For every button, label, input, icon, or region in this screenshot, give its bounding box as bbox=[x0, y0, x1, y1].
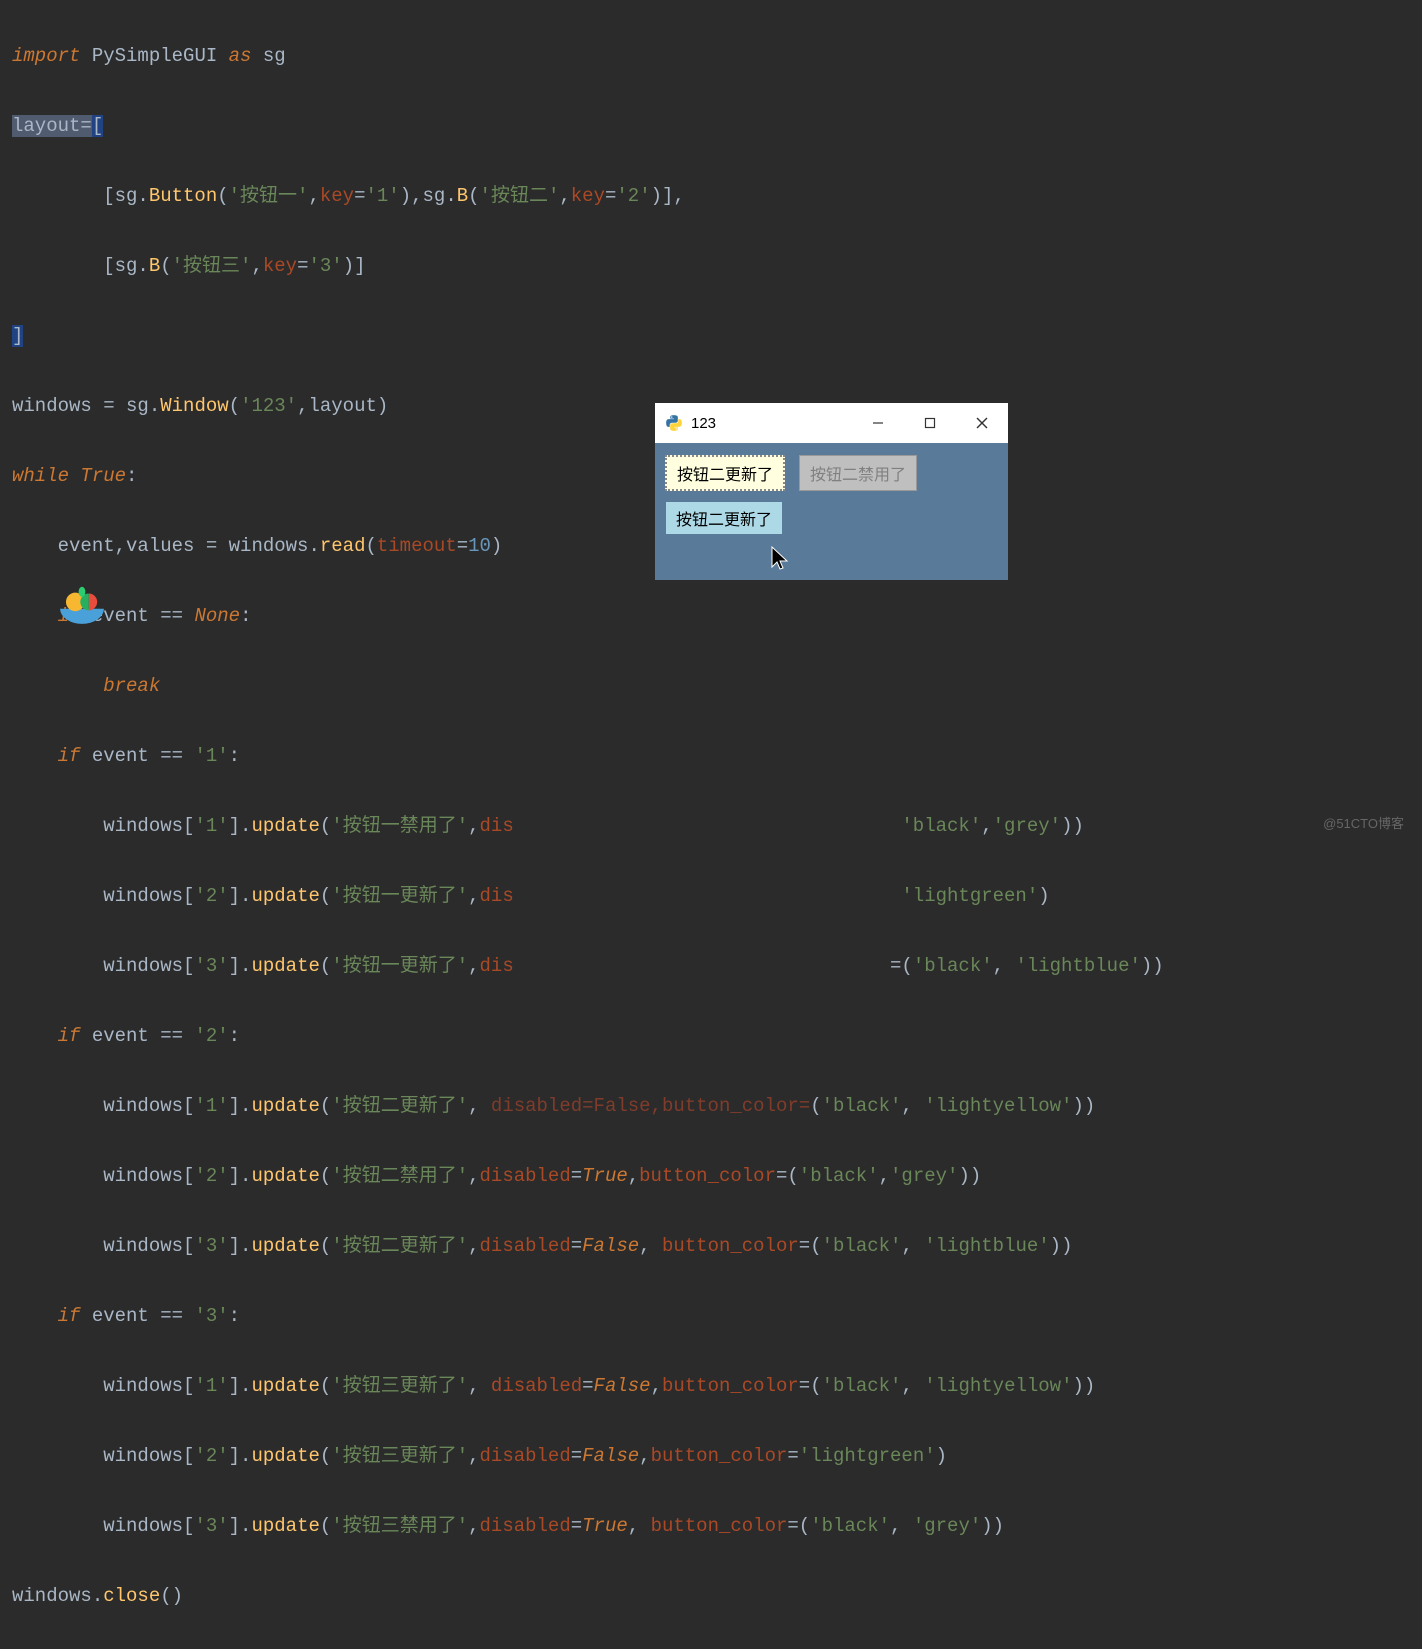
window-title: 123 bbox=[691, 406, 716, 441]
gui-window[interactable]: 123 按钮二更新了 按钮二禁用了 按钮二更新了 bbox=[655, 403, 1008, 580]
kw-import: import bbox=[12, 45, 80, 67]
watermark: @51CTO博客 bbox=[1323, 806, 1404, 841]
maximize-button[interactable] bbox=[904, 403, 956, 443]
button-2-disabled: 按钮二禁用了 bbox=[799, 455, 917, 491]
titlebar[interactable]: 123 bbox=[655, 403, 1008, 443]
button-3[interactable]: 按钮二更新了 bbox=[665, 501, 783, 535]
button-1[interactable]: 按钮二更新了 bbox=[665, 455, 785, 491]
window-body: 按钮二更新了 按钮二禁用了 按钮二更新了 bbox=[655, 443, 1008, 547]
code-editor[interactable]: import PySimpleGUI as sg layout=[ [sg.Bu… bbox=[0, 0, 1422, 1649]
minimize-button[interactable] bbox=[852, 403, 904, 443]
close-button[interactable] bbox=[956, 403, 1008, 443]
python-icon bbox=[665, 414, 683, 432]
